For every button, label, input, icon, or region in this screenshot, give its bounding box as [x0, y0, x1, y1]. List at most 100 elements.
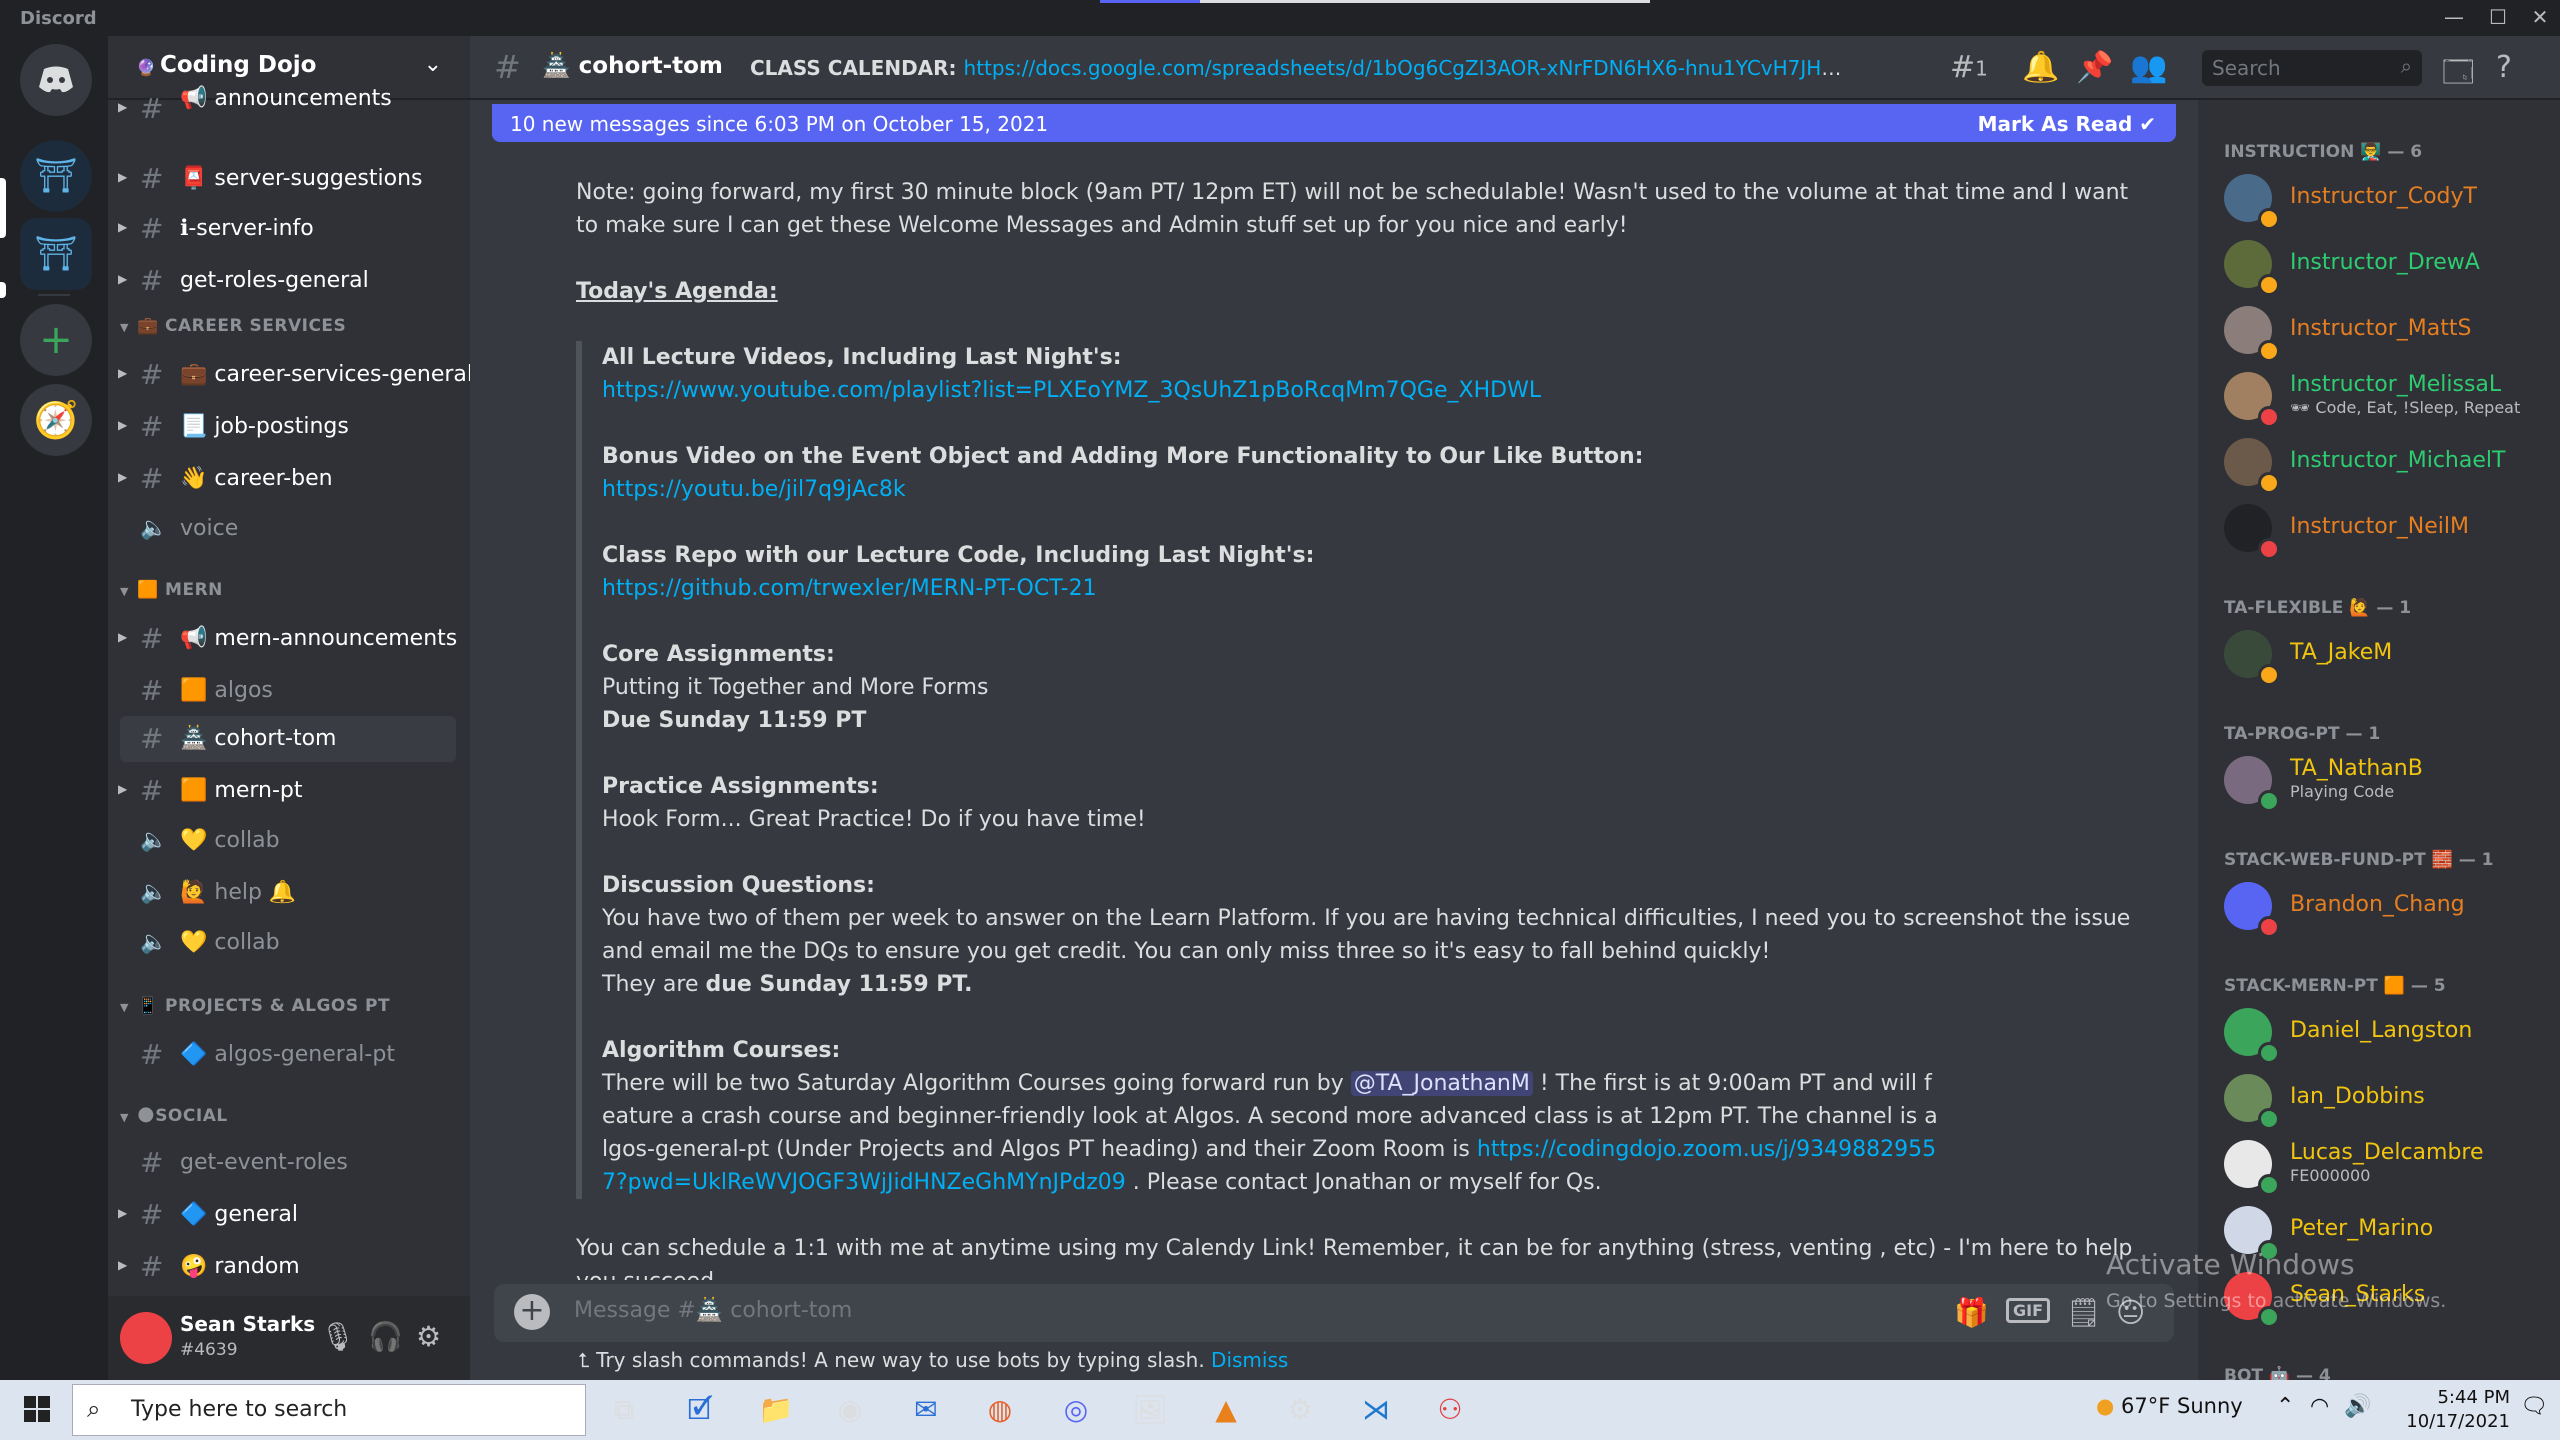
- volume-icon[interactable]: 🔊: [2344, 1394, 2371, 1419]
- server-coding-dojo-2[interactable]: ⛩: [20, 218, 92, 290]
- chevron-down-icon[interactable]: ⌄: [424, 52, 442, 77]
- gear-icon[interactable]: ⚙: [416, 1320, 441, 1353]
- notes-app-icon[interactable]: 🗹: [680, 1390, 720, 1430]
- channel-career-services-general[interactable]: ▶ # 💼 career-services-general: [118, 352, 473, 398]
- channel-server-suggestions[interactable]: ▶ # 📮 server-suggestions: [118, 156, 456, 202]
- close-button[interactable]: ✕: [2518, 0, 2560, 36]
- vscode-icon[interactable]: ⋊: [1356, 1390, 1396, 1430]
- new-messages-text: 10 new messages since 6:03 PM on October…: [510, 112, 1049, 136]
- mute-microphone-icon[interactable]: 🎙: [320, 1320, 356, 1353]
- category-career-services[interactable]: ▼ 💼 CAREER SERVICES: [120, 316, 346, 336]
- photos-icon[interactable]: 🖼: [1130, 1390, 1170, 1430]
- hash-icon: #: [140, 774, 164, 807]
- channel-random[interactable]: ▶ # 🤪 random: [118, 1244, 456, 1290]
- message-composer[interactable]: + Message #🏯 cohort-tom 🎁 GIF 🗒 😐: [494, 1284, 2174, 1342]
- taskbar-clock[interactable]: 5:44 PM 10/17/2021: [2370, 1386, 2510, 1434]
- mark-as-read-button[interactable]: Mark As Read ✔: [1978, 112, 2156, 136]
- weather-text: 67°F Sunny: [2121, 1394, 2243, 1418]
- channel-job-postings[interactable]: ▶ # 📃 job-postings: [118, 404, 456, 450]
- discussion-text: You have two of them per week to answer …: [602, 906, 2131, 964]
- member-item[interactable]: Instructor_DrewA: [2224, 240, 2544, 300]
- channel-algos[interactable]: # 🟧 algos: [120, 668, 456, 714]
- headphones-icon[interactable]: 🎧: [368, 1320, 403, 1353]
- discord-taskbar-icon[interactable]: ◎: [1056, 1390, 1096, 1430]
- weather-widget[interactable]: ● 67°F Sunny: [2096, 1394, 2243, 1418]
- notifications-icon[interactable]: 🗨: [2520, 1394, 2548, 1419]
- category-mern[interactable]: ▼ 🟧 MERN: [120, 580, 223, 600]
- maximize-button[interactable]: ☐: [2476, 0, 2520, 36]
- minimize-button[interactable]: —: [2432, 0, 2476, 36]
- channel-server-info[interactable]: ▶ # ℹ-server-info: [118, 206, 456, 252]
- channel-label: 🙋 help 🔔: [180, 880, 297, 905]
- member-item[interactable]: Instructor_NeilM: [2224, 504, 2544, 564]
- avatar[interactable]: [120, 1312, 172, 1364]
- member-item[interactable]: Instructor_MattS: [2224, 306, 2544, 366]
- channel-general[interactable]: ▶ # 🔷 general: [118, 1192, 456, 1238]
- home-button[interactable]: [20, 44, 92, 116]
- channel-mern-announcements[interactable]: ▶ # 📢 mern-announcements: [118, 616, 457, 662]
- dismiss-link[interactable]: Dismiss: [1211, 1348, 1288, 1372]
- server-coding-dojo[interactable]: ⛩: [20, 140, 92, 212]
- attach-plus-icon[interactable]: +: [514, 1294, 550, 1330]
- discussion-title: Discussion Questions:: [602, 873, 875, 898]
- taskbar-search-input[interactable]: ⌕ Type here to search: [72, 1384, 586, 1436]
- add-server-button[interactable]: +: [20, 304, 92, 376]
- channel-topic[interactable]: CLASS CALENDAR: https://docs.google.com/…: [750, 56, 1850, 80]
- firefox-icon[interactable]: ◍: [980, 1390, 1020, 1430]
- member-item[interactable]: Ian_Dobbins: [2224, 1074, 2544, 1134]
- speaker-icon: 🔈: [140, 516, 168, 541]
- channel-announcements[interactable]: ▶ # 📢 announcements: [118, 86, 456, 132]
- bonus-link[interactable]: https://youtu.be/jil7q9jAc8k: [602, 477, 906, 502]
- member-item[interactable]: Lucas_Delcambre FE000000: [2224, 1140, 2544, 1200]
- repo-title: Class Repo with our Lecture Code, Includ…: [602, 543, 1315, 568]
- category-projects-algos[interactable]: ▼ 📱 PROJECTS & ALGOS PT: [120, 996, 390, 1016]
- mail-icon[interactable]: ✉: [906, 1390, 946, 1430]
- member-item[interactable]: TA_NathanB Playing Code: [2224, 756, 2544, 816]
- gift-icon[interactable]: 🎁: [1954, 1296, 1989, 1329]
- help-icon[interactable]: ?: [2496, 50, 2512, 85]
- wifi-icon[interactable]: ◠: [2310, 1394, 2329, 1419]
- category-social[interactable]: ▼ 🌑SOCIAL: [120, 1106, 228, 1126]
- member-item[interactable]: Instructor_MelissaL 🕶 Code, Eat, !Sleep, …: [2224, 372, 2544, 432]
- channel-get-event-roles[interactable]: # get-event-roles: [120, 1140, 456, 1186]
- channel-mern-pt[interactable]: ▶ # 🟧 mern-pt: [118, 768, 456, 814]
- member-item[interactable]: Instructor_MichaelT: [2224, 438, 2544, 498]
- vlc-icon[interactable]: ▲: [1206, 1390, 1246, 1430]
- lecture-link[interactable]: https://www.youtube.com/playlist?list=PL…: [602, 378, 1541, 403]
- search-input[interactable]: Search ⌕: [2202, 50, 2422, 86]
- chrome-icon[interactable]: ◉: [830, 1390, 870, 1430]
- file-explorer-icon[interactable]: 📁: [756, 1390, 796, 1430]
- message-input[interactable]: Message #🏯 cohort-tom: [574, 1298, 852, 1323]
- topic-link[interactable]: https://docs.google.com/spreadsheets/d/1…: [964, 56, 1850, 80]
- member-item[interactable]: Brandon_Chang: [2224, 882, 2544, 942]
- channel-career-ben[interactable]: ▶ # 👋 career-ben: [118, 456, 456, 502]
- inbox-icon[interactable]: 🗔: [2442, 50, 2475, 101]
- channel-get-roles-general[interactable]: ▶ # get-roles-general: [118, 258, 456, 304]
- sticker-icon[interactable]: 🗒: [2066, 1296, 2102, 1329]
- member-item[interactable]: TA_JakeM: [2224, 630, 2544, 690]
- member-list-icon[interactable]: 👥: [2130, 50, 2167, 85]
- chevron-down-icon: ▼: [120, 321, 129, 334]
- channel-label: 💛 collab: [180, 828, 280, 853]
- new-messages-bar[interactable]: 10 new messages since 6:03 PM on October…: [492, 104, 2176, 142]
- explore-servers-button[interactable]: 🧭: [20, 384, 92, 456]
- threads-icon[interactable]: #1: [1950, 50, 1988, 85]
- pin-icon[interactable]: 📌: [2076, 50, 2113, 85]
- channel-cohort-tom[interactable]: # 🏯 cohort-tom: [120, 716, 456, 762]
- channel-help-voice[interactable]: 🔈 🙋 help 🔔: [120, 870, 456, 916]
- channel-voice[interactable]: 🔈 voice: [120, 506, 456, 552]
- member-item[interactable]: Daniel_Langston: [2224, 1008, 2544, 1068]
- mention-ta-jonathanm[interactable]: @TA_JonathanM: [1350, 1071, 1533, 1096]
- postman-icon[interactable]: ⚇: [1430, 1390, 1470, 1430]
- bell-icon[interactable]: 🔔: [2022, 50, 2059, 85]
- member-item[interactable]: Instructor_CodyT: [2224, 174, 2544, 234]
- channel-collab-voice-2[interactable]: 🔈 💛 collab: [120, 920, 456, 966]
- gif-icon[interactable]: GIF: [2006, 1298, 2051, 1323]
- task-view-icon[interactable]: ⧉: [604, 1390, 644, 1430]
- repo-link[interactable]: https://github.com/trwexler/MERN-PT-OCT-…: [602, 576, 1097, 601]
- chevron-up-icon[interactable]: ⌃: [2276, 1394, 2294, 1419]
- channel-collab-voice[interactable]: 🔈 💛 collab: [120, 818, 456, 864]
- channel-algos-general-pt[interactable]: # 🔷 algos-general-pt: [120, 1032, 456, 1078]
- windows-start-icon[interactable]: [24, 1396, 50, 1422]
- settings-gear-icon[interactable]: ⚙: [1280, 1390, 1320, 1430]
